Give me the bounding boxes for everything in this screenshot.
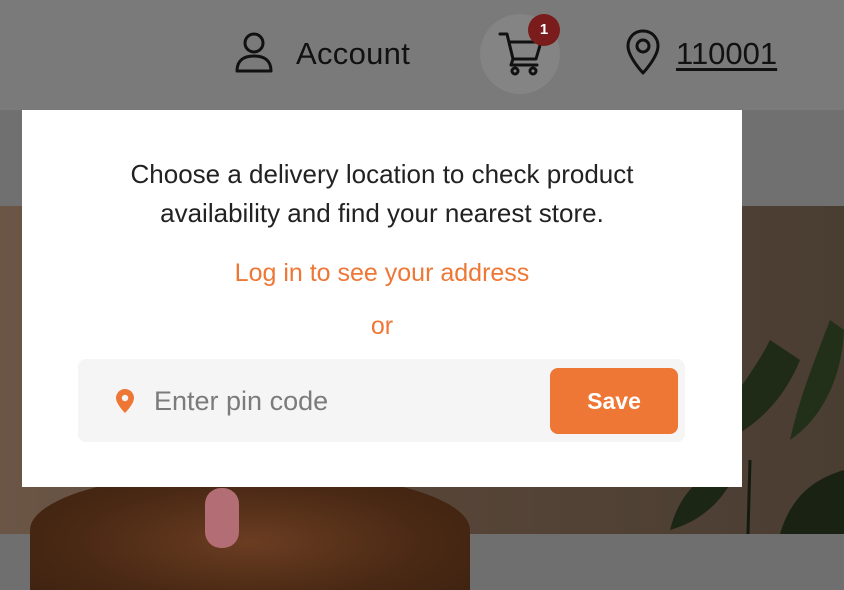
pincode-form: Save: [78, 359, 685, 442]
login-to-see-address-link[interactable]: Log in to see your address: [22, 259, 742, 288]
pincode-input[interactable]: [152, 375, 536, 427]
account-label: Account: [296, 36, 411, 71]
user-icon: [232, 30, 276, 79]
modal-message-line1: Choose a delivery location to check prod…: [130, 159, 634, 189]
save-button[interactable]: Save: [550, 368, 678, 434]
hero-dog-tongue: [205, 488, 239, 548]
or-divider-text: or: [370, 312, 394, 340]
account-button[interactable]: Account: [232, 32, 410, 76]
current-pincode-link[interactable]: 110001: [676, 36, 777, 72]
modal-message: Choose a delivery location to check prod…: [22, 155, 742, 233]
location-pin-icon: [116, 389, 134, 418]
modal-message-line2: availability and find your nearest store…: [160, 198, 604, 228]
cart-count-badge: 1: [528, 14, 560, 46]
map-pin-icon: [626, 29, 660, 80]
hero-dog-shape: [30, 470, 470, 590]
location-selector[interactable]: 110001: [626, 29, 777, 80]
delivery-location-modal: Choose a delivery location to check prod…: [22, 110, 742, 487]
